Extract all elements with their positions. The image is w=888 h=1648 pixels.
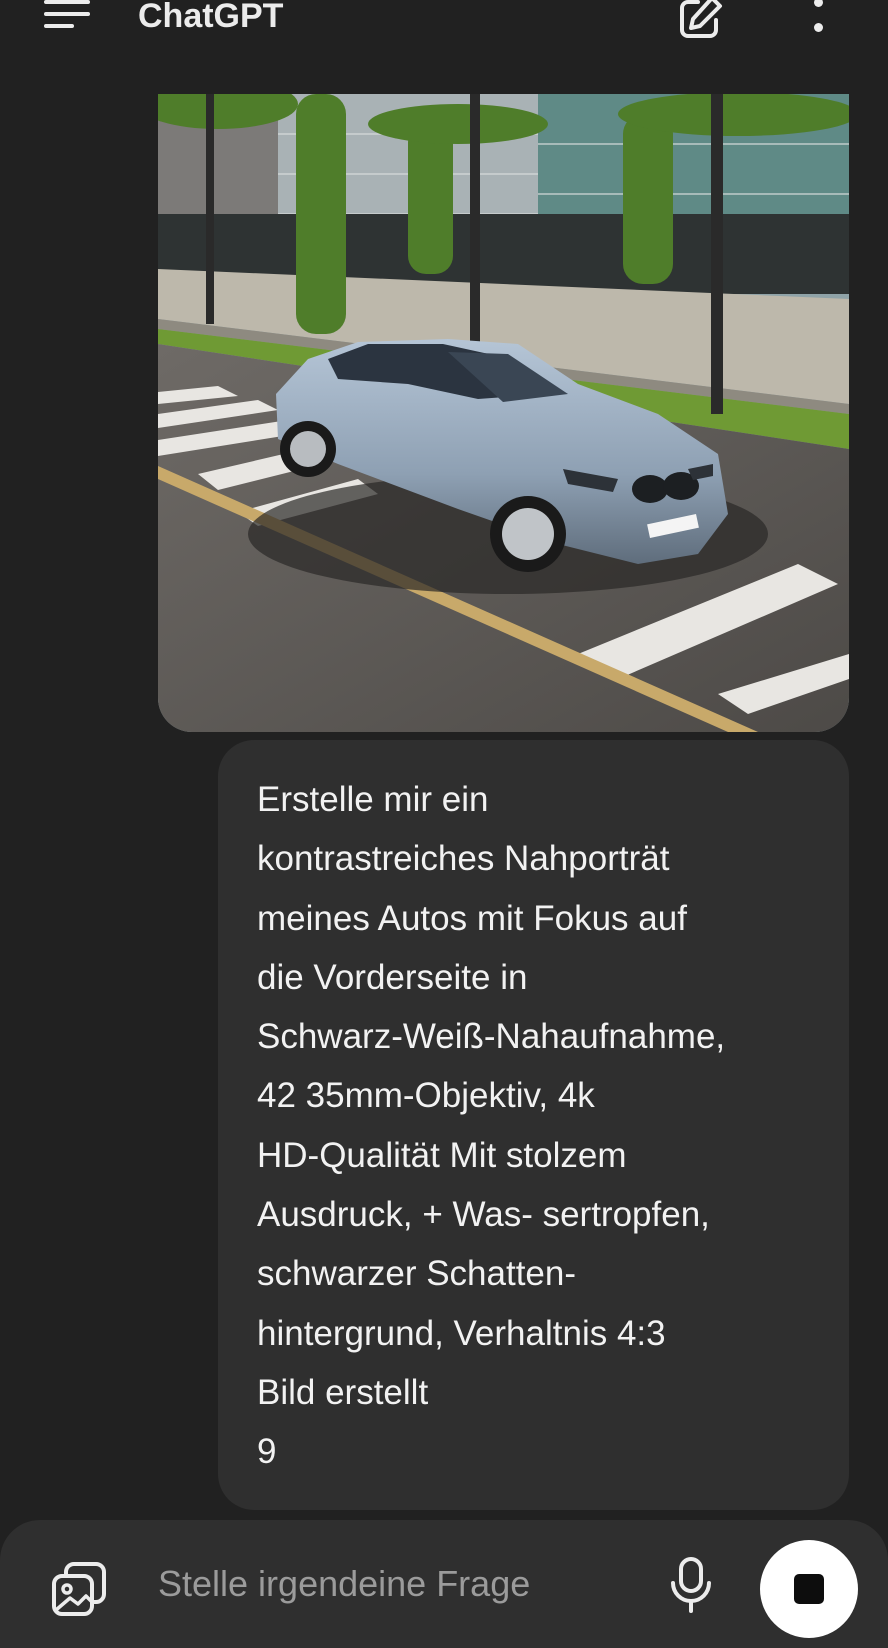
microphone-icon[interactable] <box>668 1556 714 1614</box>
user-message-text: Erstelle mir ein kontrastreiches Nahport… <box>257 780 726 1472</box>
message-input[interactable] <box>158 1558 638 1610</box>
stop-button[interactable] <box>760 1540 858 1638</box>
stop-square-icon <box>794 1574 824 1604</box>
user-message-bubble: Erstelle mir ein kontrastreiches Nahport… <box>218 740 849 1510</box>
app-title: ChatGPT <box>138 0 284 35</box>
hamburger-menu-icon[interactable] <box>44 0 92 32</box>
edit-pencil-icon[interactable] <box>676 0 724 42</box>
chat-screen: ChatGPT Erstelle mir ein kontrastreiches… <box>0 0 888 1648</box>
image-gallery-icon[interactable] <box>50 1560 108 1618</box>
top-bar: ChatGPT <box>0 0 888 60</box>
composer-bar <box>0 1520 888 1648</box>
photo-attachment[interactable] <box>158 94 849 732</box>
vertical-dots-icon[interactable] <box>806 0 830 44</box>
